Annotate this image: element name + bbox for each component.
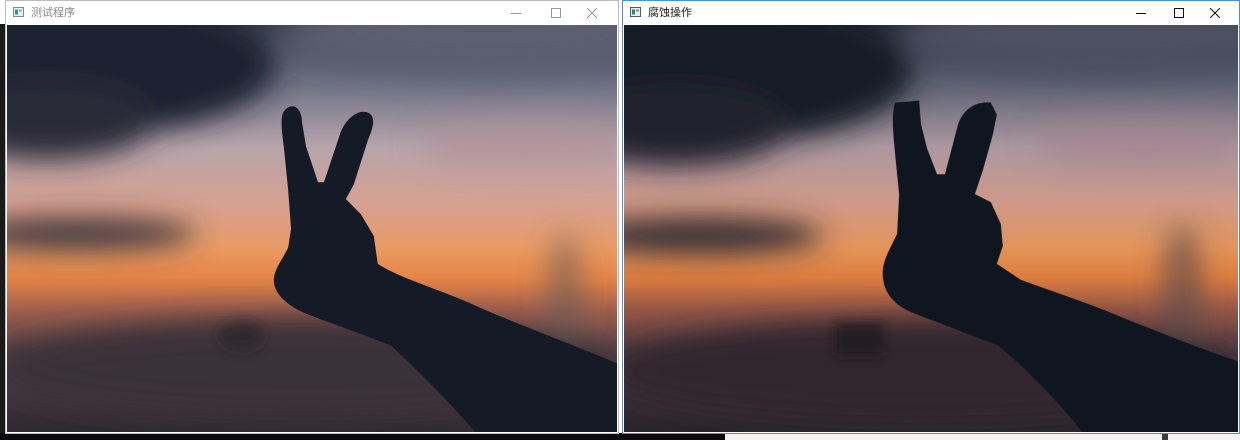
desktop-taskbar-strip xyxy=(0,433,725,440)
sunset-hand-image xyxy=(7,25,617,432)
close-button[interactable] xyxy=(1193,1,1237,25)
minimize-icon xyxy=(1136,13,1146,14)
eroded-sunset-hand-image xyxy=(624,25,1238,432)
image-display xyxy=(7,25,617,432)
window-title: 腐蚀操作 xyxy=(648,6,692,19)
maximize-icon xyxy=(551,8,561,18)
test-program-window[interactable]: 测试程序 xyxy=(5,0,619,434)
app-window-icon xyxy=(13,7,24,17)
maximize-icon xyxy=(1174,8,1184,18)
close-icon xyxy=(587,8,597,18)
close-icon xyxy=(1210,8,1220,18)
app-window-icon xyxy=(630,7,641,17)
image-display xyxy=(624,25,1238,432)
title-bar[interactable]: 测试程序 xyxy=(6,1,618,25)
minimize-icon xyxy=(511,13,521,14)
window-title: 测试程序 xyxy=(31,6,75,19)
title-bar[interactable]: 腐蚀操作 xyxy=(623,1,1239,25)
erosion-window[interactable]: 腐蚀操作 xyxy=(622,0,1240,434)
minimize-button[interactable] xyxy=(494,1,538,25)
close-button[interactable] xyxy=(570,1,614,25)
